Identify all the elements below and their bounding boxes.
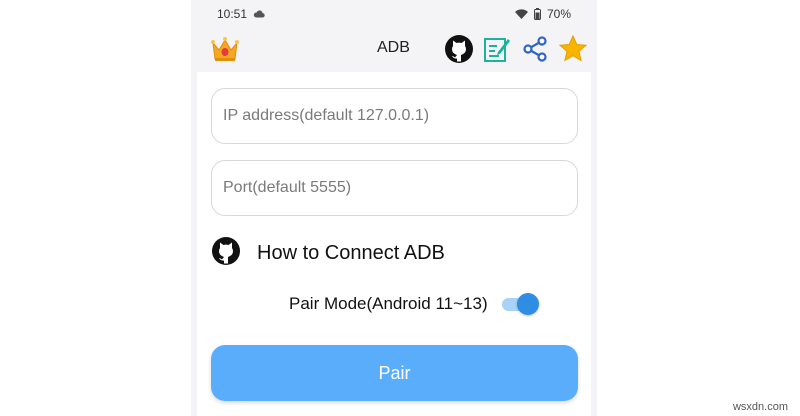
app-title: ADB bbox=[377, 39, 410, 56]
github-icon bbox=[211, 236, 241, 271]
port-field[interactable] bbox=[211, 160, 578, 216]
connection-panel: How to Connect ADB Pair Mode(Android 11~… bbox=[197, 72, 591, 416]
battery-icon bbox=[533, 8, 541, 20]
how-to-connect-label: How to Connect ADB bbox=[257, 242, 445, 264]
battery-percent: 70% bbox=[546, 7, 571, 21]
edit-note-icon[interactable] bbox=[481, 33, 513, 65]
pair-mode-toggle[interactable] bbox=[500, 292, 540, 316]
status-bar: 10:51 70% bbox=[191, 0, 597, 28]
toggle-knob bbox=[516, 293, 539, 315]
ip-address-field[interactable] bbox=[211, 88, 578, 144]
pair-button[interactable]: Pair bbox=[211, 345, 578, 401]
wifi-icon bbox=[514, 9, 528, 19]
cloud-icon bbox=[253, 10, 265, 18]
star-icon[interactable] bbox=[557, 33, 589, 65]
share-icon[interactable] bbox=[519, 33, 551, 65]
github-icon[interactable] bbox=[443, 33, 475, 65]
ip-address-input[interactable] bbox=[223, 107, 577, 125]
watermark: wsxdn.com bbox=[732, 401, 788, 413]
crown-icon[interactable] bbox=[209, 33, 241, 65]
pair-mode-label: Pair Mode(Android 11~13) bbox=[289, 294, 488, 313]
app-bar-actions bbox=[443, 33, 589, 65]
how-to-connect-link[interactable]: How to Connect ADB bbox=[211, 236, 445, 271]
status-time: 10:51 bbox=[217, 7, 248, 21]
app-bar: ADB bbox=[191, 28, 597, 70]
pair-mode-row: Pair Mode(Android 11~13) bbox=[289, 292, 540, 316]
phone-screen: 10:51 70% ADB IP address(default 127.0.0… bbox=[191, 0, 597, 416]
port-input[interactable] bbox=[223, 179, 577, 197]
